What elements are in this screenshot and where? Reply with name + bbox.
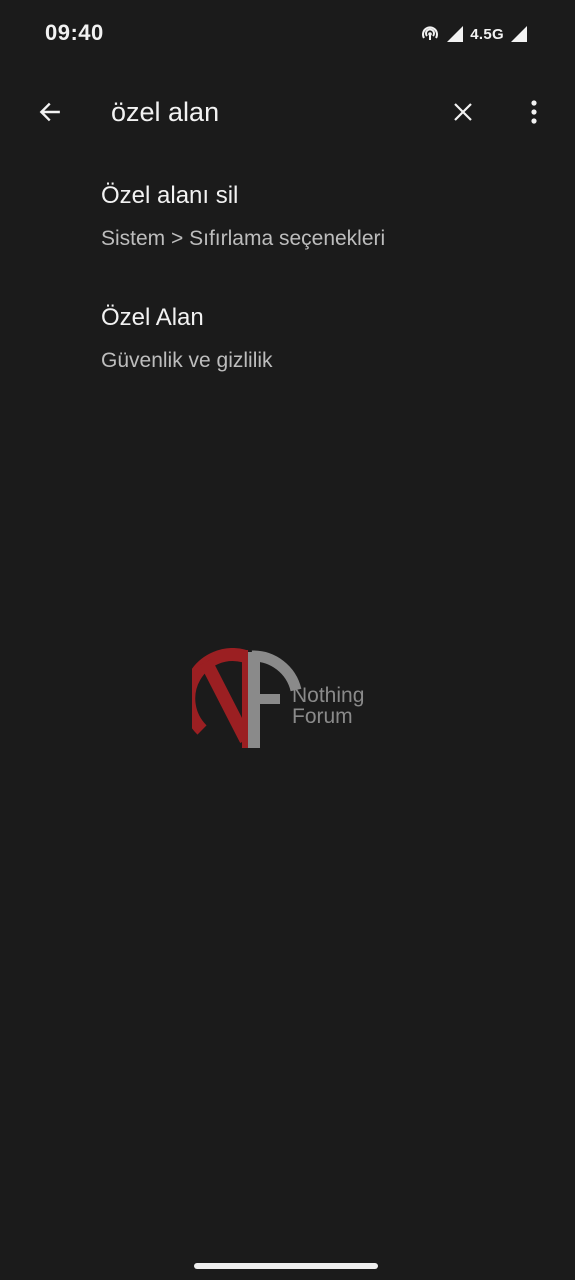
result-title: Özel alanı sil (101, 182, 239, 209)
search-result-item[interactable]: Özel alanı sil Sistem > Sıfırlama seçene… (0, 168, 575, 278)
status-time: 09:40 (45, 20, 104, 45)
status-icons: 4.5G (420, 22, 528, 46)
signal-icon (511, 26, 527, 42)
more-vertical-icon (531, 100, 537, 124)
result-subtitle: Güvenlik ve gizlilik (101, 349, 273, 372)
search-result-item[interactable]: Özel Alan Güvenlik ve gizlilik (0, 290, 575, 400)
clear-search-button[interactable] (439, 88, 487, 136)
more-options-button[interactable] (510, 88, 558, 136)
close-icon (454, 103, 472, 121)
nothing-forum-watermark: Nothing Forum (192, 648, 392, 750)
result-subtitle: Sistem > Sıfırlama seçenekleri (101, 227, 386, 250)
nf-logo-icon (192, 648, 302, 748)
search-input[interactable] (111, 92, 431, 132)
signal-icon (447, 26, 464, 42)
search-bar (0, 80, 575, 144)
arrow-left-icon (39, 102, 60, 122)
network-type-label: 4.5G (470, 25, 504, 43)
status-bar: 09:40 4.5G (0, 0, 575, 70)
back-button[interactable] (26, 88, 74, 136)
result-title: Özel Alan (101, 304, 204, 331)
watermark-text-line2: Forum (292, 705, 353, 728)
hotspot-icon (422, 26, 439, 40)
home-indicator[interactable] (194, 1263, 378, 1269)
watermark-text-line1: Nothing (292, 684, 365, 707)
